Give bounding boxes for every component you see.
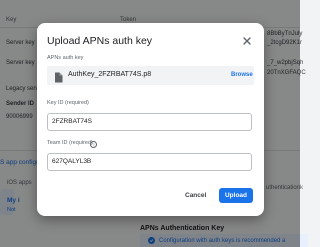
close-icon[interactable] (241, 34, 253, 46)
team-id-field-box (47, 153, 252, 171)
upload-button[interactable]: Upload (219, 188, 253, 203)
file-name: AuthKey_2FZRBAT74S.p8 (68, 71, 152, 78)
browse-button[interactable]: Browse (231, 72, 253, 78)
cancel-button[interactable]: Cancel (185, 192, 206, 199)
key-id-field-box (47, 113, 252, 131)
key-id-input[interactable] (52, 118, 247, 125)
team-id-input[interactable] (52, 158, 247, 165)
dialog-title: Upload APNs auth key (47, 35, 153, 47)
auth-key-label: APNs auth key (47, 55, 84, 61)
help-icon[interactable]: ? (90, 141, 97, 148)
auth-key-file-box: AuthKey_2FZRBAT74S.p8 Browse (47, 66, 254, 85)
key-id-label: Key ID (required) (47, 100, 89, 106)
file-icon (54, 70, 63, 83)
upload-apns-dialog: Upload APNs auth key APNs auth key AuthK… (37, 23, 264, 216)
team-id-label: Team ID (required) (47, 140, 93, 146)
